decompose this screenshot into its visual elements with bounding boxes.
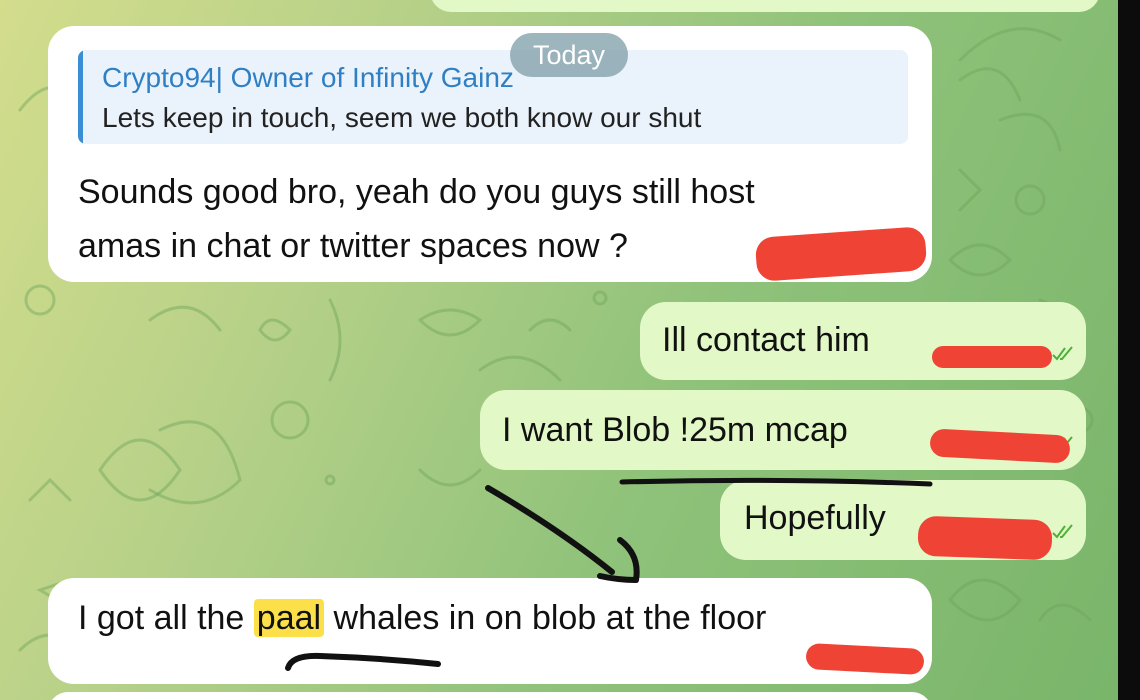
redaction-mark (932, 346, 1052, 368)
next-incoming-bubble (48, 692, 932, 700)
reply-quote-text: Lets keep in touch, seem we both know ou… (102, 102, 702, 133)
highlighted-word: paal (253, 599, 325, 637)
message-text: Ill contact him (662, 321, 870, 359)
previous-outgoing-bubble (430, 0, 1100, 12)
reply-quote[interactable]: Crypto94| Owner of Infinity Gainz Lets k… (78, 50, 908, 144)
message-text: I got all the paal whales in on blob at … (78, 598, 766, 638)
message-text-line-2: amas in chat or twitter spaces now ? (78, 227, 628, 265)
message-text-end: whales in on blob at the floor (324, 599, 767, 637)
message-text: Hopefully (744, 499, 886, 537)
message-text-line-1: Sounds good bro, yeah do you guys still … (78, 173, 755, 211)
incoming-message-bubble[interactable]: I got all the paal whales in on blob at … (48, 578, 932, 684)
reply-quote-bar (78, 50, 83, 144)
reply-quote-sender: Crypto94| Owner of Infinity Gainz (102, 62, 514, 93)
double-check-icon (1052, 524, 1074, 540)
message-text-start: I got all the (78, 599, 254, 637)
redaction-mark (917, 515, 1053, 561)
message-text: I want Blob !25m mcap (502, 411, 848, 449)
outgoing-message-bubble[interactable]: Ill contact him (640, 302, 1086, 380)
screen-edge (1118, 0, 1140, 700)
date-separator: Today (510, 33, 628, 77)
double-check-icon (1052, 346, 1074, 362)
chat-area[interactable]: Crypto94| Owner of Infinity Gainz Lets k… (0, 0, 1118, 700)
